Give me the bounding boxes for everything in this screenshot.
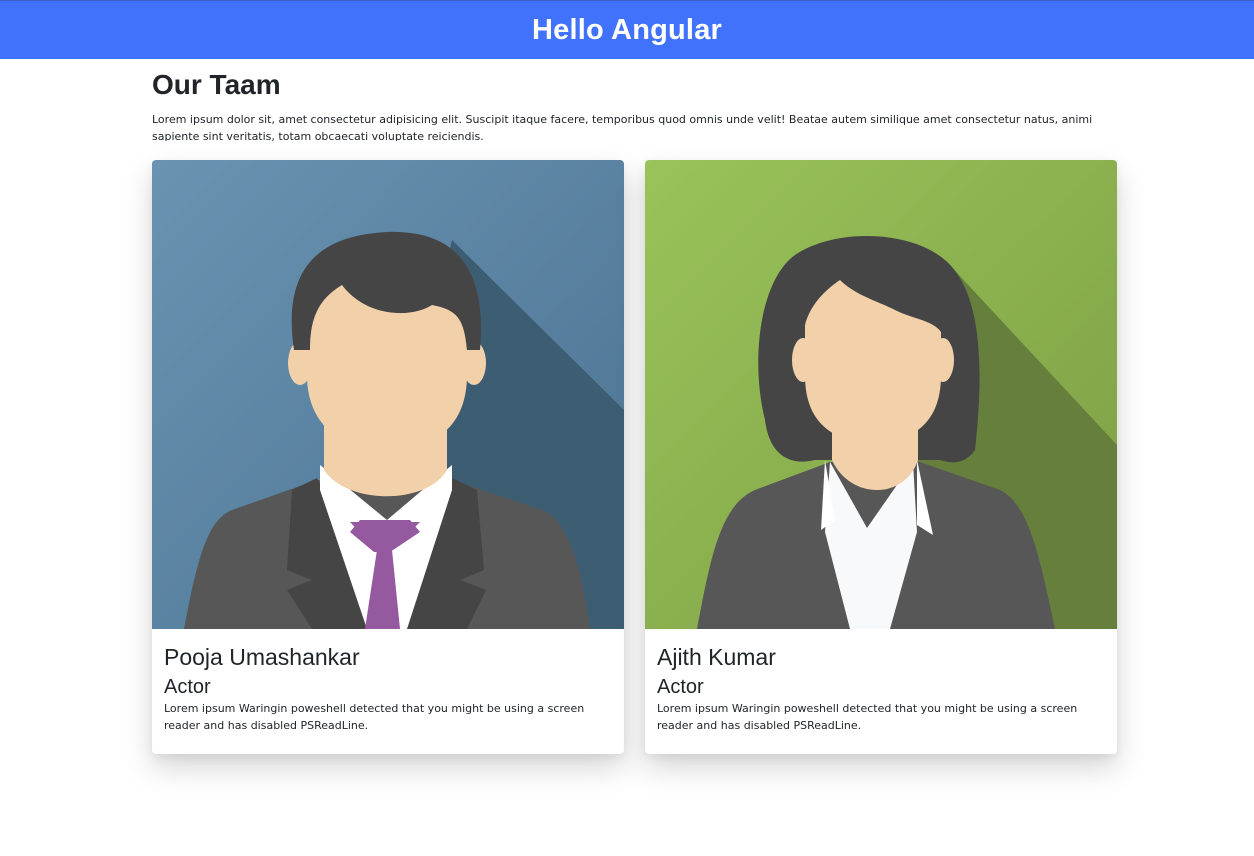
team-member-card: Pooja Umashankar Actor Lorem ipsum Warin… <box>152 160 624 754</box>
card-body: Pooja Umashankar Actor Lorem ipsum Warin… <box>164 642 614 734</box>
team-member-card: Ajith Kumar Actor Lorem ipsum Waringin p… <box>645 160 1117 754</box>
app-title: Hello Angular <box>531 13 723 46</box>
member-photo <box>152 160 624 629</box>
member-name: Ajith Kumar <box>657 644 776 670</box>
member-role: Actor <box>657 676 704 698</box>
section-description: Lorem ipsum dolor sit, amet consectetur … <box>152 113 1093 141</box>
card-body: Ajith Kumar Actor Lorem ipsum Waringin p… <box>657 642 1107 734</box>
female-avatar-icon <box>645 160 1117 629</box>
app-header: Hello Angular <box>0 0 1254 59</box>
member-photo <box>645 160 1117 629</box>
member-name: Pooja Umashankar <box>164 644 360 670</box>
member-role: Actor <box>164 676 211 698</box>
male-avatar-icon <box>152 160 624 629</box>
section-title: Our Taam <box>152 69 281 100</box>
member-description: Lorem ipsum Waringin poweshell detected … <box>657 702 1078 732</box>
member-description: Lorem ipsum Waringin poweshell detected … <box>164 702 585 732</box>
